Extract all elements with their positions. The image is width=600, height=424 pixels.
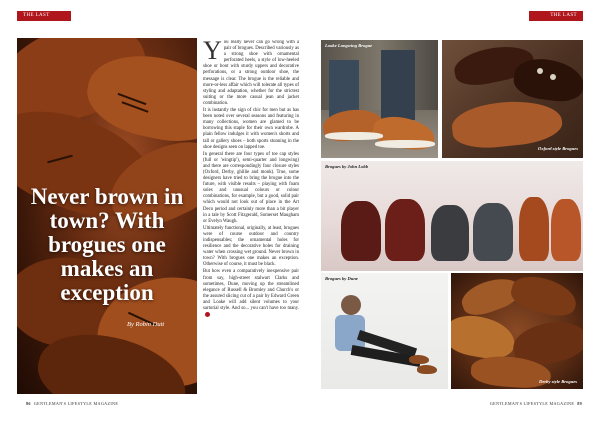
photo-longwing-brogue: Loake Longwing Brogue [321,40,438,158]
article-body: Y ou really never can go wrong with a pa… [203,40,299,392]
photo-caption: Loake Longwing Brogue [325,43,373,48]
photo-john-lobb-brogues: Brogues by John Lobb [321,161,583,271]
photo-caption: Oxford style Brogues [538,146,579,151]
article-paragraph: In general there are four types of toe c… [203,151,299,224]
page-number: 86 [26,401,31,406]
photo-caption: Derby style Brogues [539,379,578,384]
page-title: Never brown in town? With brogues one ma… [30,184,184,305]
photo-dune-brogues: Brogues by Dune [321,273,448,389]
footer-left: 86 GENTLEMAN'S LIFESTYLE MAGAZINE [26,401,118,406]
photo-caption: Brogues by Dune [325,276,358,281]
drop-cap: Y [203,40,222,65]
magazine-name: GENTLEMAN'S LIFESTYLE MAGAZINE [33,401,119,406]
photo-oxford-brogues: Oxford style Brogues [442,40,583,158]
photo-derby-brogues: Derby style Brogues [451,273,583,389]
end-mark-icon [205,312,210,318]
magazine-name: GENTLEMAN'S LIFESTYLE MAGAZINE [489,401,575,406]
article-paragraph: Ultimately functional, originally, at le… [203,225,299,268]
photo-caption: Brogues by John Lobb [325,164,369,169]
page-number: 89 [577,401,582,406]
article-paragraph: It is instantly the sign of chic for men… [203,108,299,150]
hero-photo: Never brown in town? With brogues one ma… [17,38,197,394]
section-tag-left: THE LAST DETAIL [17,11,71,28]
author-byline: By Robin Dutt [127,321,165,328]
article-paragraph-last: But how even a comparatively inexpensive… [203,269,299,318]
footer-right: GENTLEMAN'S LIFESTYLE MAGAZINE 89 [490,401,582,406]
section-tag-right: THE LAST DETAIL [529,11,583,28]
